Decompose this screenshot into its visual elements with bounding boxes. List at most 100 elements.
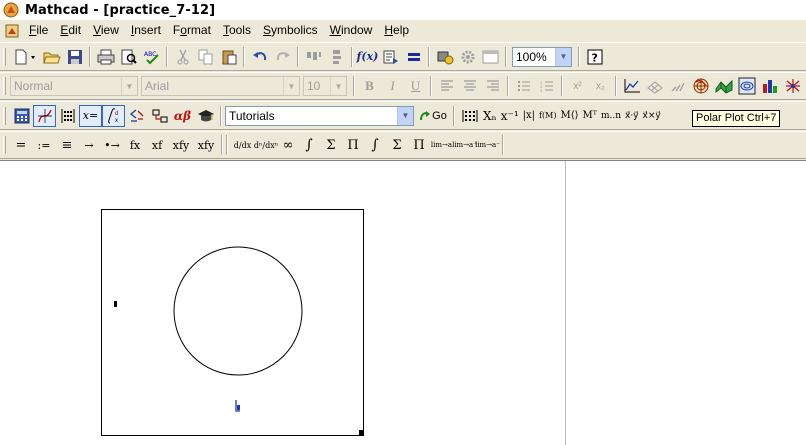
toolbar-grip[interactable]	[3, 77, 6, 95]
menu-insert[interactable]: Insert	[125, 20, 167, 41]
underline-button[interactable]: U	[404, 75, 427, 97]
numbered-list-icon[interactable]: 123	[535, 75, 558, 97]
evaluate-button[interactable]: =	[10, 134, 32, 156]
subscript-button[interactable]: x₂	[589, 75, 612, 97]
derivative-button[interactable]: d/dx	[231, 134, 254, 156]
superscript-button[interactable]: x²	[566, 75, 589, 97]
vectorize-button[interactable]: f(M)	[537, 105, 558, 127]
worksheet-area[interactable]	[0, 160, 806, 445]
document-icon[interactable]	[5, 24, 19, 38]
symbolic-palette-icon[interactable]	[194, 105, 217, 127]
paste-clipboard-icon[interactable]	[217, 46, 240, 68]
cut-scissors-icon[interactable]	[171, 46, 194, 68]
left-limit-button[interactable]: lim→a⁻	[475, 134, 500, 156]
cross-product-button[interactable]: x⃗×y⃗	[641, 105, 663, 127]
programming-palette-icon[interactable]	[148, 105, 171, 127]
chevron-down-icon[interactable]: ▼	[283, 77, 299, 95]
bullet-list-icon[interactable]	[512, 75, 535, 97]
define-button[interactable]: :=	[32, 134, 56, 156]
summation-button[interactable]: Σ	[386, 134, 408, 156]
product-button[interactable]: Π	[408, 134, 430, 156]
angle-placeholder[interactable]	[114, 301, 117, 307]
vector-field-gray-icon[interactable]	[666, 75, 689, 97]
evaluation-palette-icon[interactable]: x=	[79, 104, 102, 127]
calculus-palette-icon[interactable]: dx	[102, 104, 125, 127]
range-variable-button[interactable]: m..n	[599, 105, 623, 127]
symbolic-evaluate-button[interactable]: →	[78, 134, 100, 156]
right-limit-button[interactable]: lim→a⁺	[452, 134, 477, 156]
surface-plot-icon[interactable]	[712, 75, 735, 97]
prefix-operator-button[interactable]: fx	[124, 134, 146, 156]
range-product-button[interactable]: Π	[342, 134, 364, 156]
undo-icon[interactable]	[248, 46, 271, 68]
resize-handle[interactable]	[359, 430, 364, 435]
insert-function-icon[interactable]: f(x)	[356, 46, 379, 68]
toolbar-grip[interactable]	[3, 47, 6, 66]
xy-plot-icon[interactable]	[620, 75, 643, 97]
surface-plot-gray-icon[interactable]	[643, 75, 666, 97]
determinant-button[interactable]: |x|	[521, 105, 537, 127]
mathcad-app-icon[interactable]	[3, 2, 19, 18]
insert-matrix-icon[interactable]	[458, 105, 481, 127]
zoom-select[interactable]: 100% ▼	[512, 46, 572, 67]
transpose-button[interactable]: Mᵀ	[581, 105, 599, 127]
infinity-button[interactable]: ∞	[278, 134, 298, 156]
menu-window[interactable]: Window	[324, 20, 379, 41]
calculator-palette-icon[interactable]	[10, 105, 33, 127]
toolbar-grip[interactable]	[3, 136, 6, 154]
help-question-icon[interactable]: ?	[583, 46, 606, 68]
dot-product-button[interactable]: x⃗·y⃗	[623, 105, 641, 127]
range-sum-button[interactable]: Σ	[320, 134, 342, 156]
treefix-operator-button[interactable]: xfy	[194, 134, 218, 156]
radius-placeholder-cursor[interactable]	[235, 399, 241, 412]
menu-format[interactable]: Format	[167, 20, 217, 41]
align-down-icon[interactable]	[325, 46, 348, 68]
keyword-evaluate-button[interactable]: •→	[100, 134, 124, 156]
print-preview-icon[interactable]	[117, 46, 140, 68]
print-icon[interactable]	[94, 46, 117, 68]
menu-view[interactable]: View	[87, 20, 125, 41]
menu-edit[interactable]: Edit	[54, 20, 87, 41]
greek-palette-icon[interactable]: αβ	[171, 105, 194, 127]
matrix-column-button[interactable]: M⟨⟩	[558, 105, 580, 127]
nth-derivative-button[interactable]: dⁿ/dxⁿ	[254, 134, 278, 156]
gear-icon[interactable]	[456, 46, 479, 68]
open-folder-icon[interactable]	[40, 46, 63, 68]
infix-operator-button[interactable]: xfy	[168, 134, 194, 156]
spell-check-icon[interactable]: ABC	[140, 46, 163, 68]
global-define-button[interactable]: ≡	[56, 134, 78, 156]
subscript-index-button[interactable]: Xₙ	[481, 105, 499, 127]
bold-button[interactable]: B	[358, 75, 381, 97]
new-document-icon[interactable]	[10, 46, 40, 68]
go-button[interactable]: Go	[416, 105, 450, 127]
menu-help[interactable]: Help	[378, 20, 415, 41]
align-left-icon[interactable]	[435, 75, 458, 97]
insert-unit-icon[interactable]	[379, 46, 402, 68]
chevron-down-icon[interactable]: ▼	[555, 47, 571, 66]
menu-tools[interactable]: Tools	[217, 20, 257, 41]
calculate-icon[interactable]	[402, 46, 425, 68]
window-frame-icon[interactable]	[479, 46, 502, 68]
boolean-palette-icon[interactable]	[125, 105, 148, 127]
contour-plot-icon[interactable]	[735, 75, 758, 97]
chevron-down-icon[interactable]: ▼	[330, 77, 346, 95]
align-right-icon[interactable]	[481, 75, 504, 97]
font-size-select[interactable]: 10 ▼	[303, 76, 347, 96]
bar-plot-3d-icon[interactable]	[758, 75, 781, 97]
postfix-operator-button[interactable]: xf	[146, 134, 168, 156]
menu-file[interactable]: File	[23, 20, 54, 41]
toolbar-grip[interactable]	[3, 106, 6, 125]
matrix-palette-icon[interactable]	[56, 105, 79, 127]
insert-component-icon[interactable]	[433, 46, 456, 68]
save-disk-icon[interactable]	[63, 46, 86, 68]
style-select[interactable]: Normal ▼	[10, 76, 138, 96]
definite-integral-button[interactable]: ∫	[298, 134, 320, 156]
chevron-down-icon[interactable]: ▼	[121, 77, 137, 95]
font-select[interactable]: Arial ▼	[141, 76, 300, 96]
polar-plot-icon[interactable]	[689, 75, 712, 97]
align-center-icon[interactable]	[458, 75, 481, 97]
menu-symbolics[interactable]: Symbolics	[257, 20, 324, 41]
align-across-icon[interactable]	[302, 46, 325, 68]
indefinite-integral-button[interactable]: ∫	[364, 134, 386, 156]
chevron-down-icon[interactable]: ▼	[397, 106, 413, 125]
